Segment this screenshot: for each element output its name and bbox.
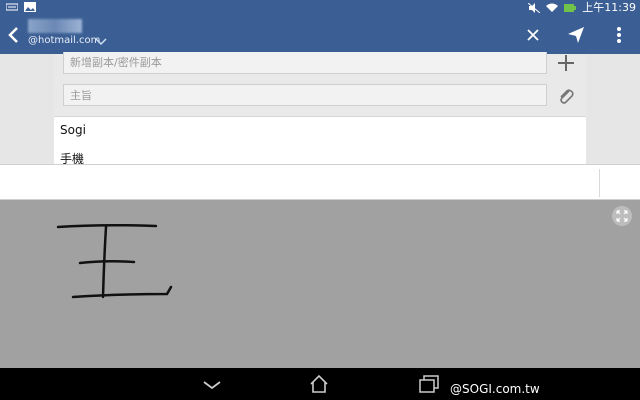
system-nav-bar: @SOGI.com.tw (0, 368, 640, 400)
status-bar: 上午11:39 (0, 0, 640, 16)
account-name-redacted (28, 19, 82, 33)
overflow-menu-icon[interactable] (614, 25, 624, 45)
right-gutter (586, 54, 640, 164)
compose-action-bar: @hotmail.com (0, 16, 640, 54)
chevron-down-icon[interactable] (94, 37, 108, 47)
nav-home-icon[interactable] (308, 373, 330, 395)
mute-icon (528, 3, 541, 13)
ime-candidate-bar[interactable] (0, 164, 640, 200)
wifi-icon (546, 3, 559, 12)
nav-back-icon[interactable] (202, 376, 222, 392)
left-gutter (0, 54, 54, 164)
image-icon (24, 2, 36, 12)
status-clock: 上午11:39 (582, 1, 636, 14)
nav-recents-icon[interactable] (418, 374, 440, 394)
subject-field[interactable]: 主旨 (63, 84, 547, 106)
handwriting-strokes (56, 223, 173, 299)
cc-bcc-field[interactable]: 新增副本/密件副本 (63, 52, 547, 74)
candidate-divider (599, 169, 600, 197)
back-arrow-icon[interactable] (6, 25, 22, 45)
battery-icon (564, 4, 577, 12)
expand-icon[interactable] (612, 206, 632, 226)
send-icon[interactable] (566, 25, 586, 45)
message-body[interactable]: Sogi 手機 (54, 116, 586, 166)
keyboard-icon (6, 3, 18, 11)
close-icon[interactable] (525, 27, 541, 43)
add-recipient-icon[interactable] (557, 54, 575, 72)
watermark: @SOGI.com.tw (450, 382, 540, 396)
body-line: Sogi (60, 123, 86, 137)
compose-form: 新增副本/密件副本 主旨 Sogi 手機 (54, 52, 586, 166)
attachment-icon[interactable] (557, 87, 575, 105)
account-email[interactable]: @hotmail.com (28, 35, 100, 46)
handwriting-input-pad[interactable] (0, 200, 640, 368)
